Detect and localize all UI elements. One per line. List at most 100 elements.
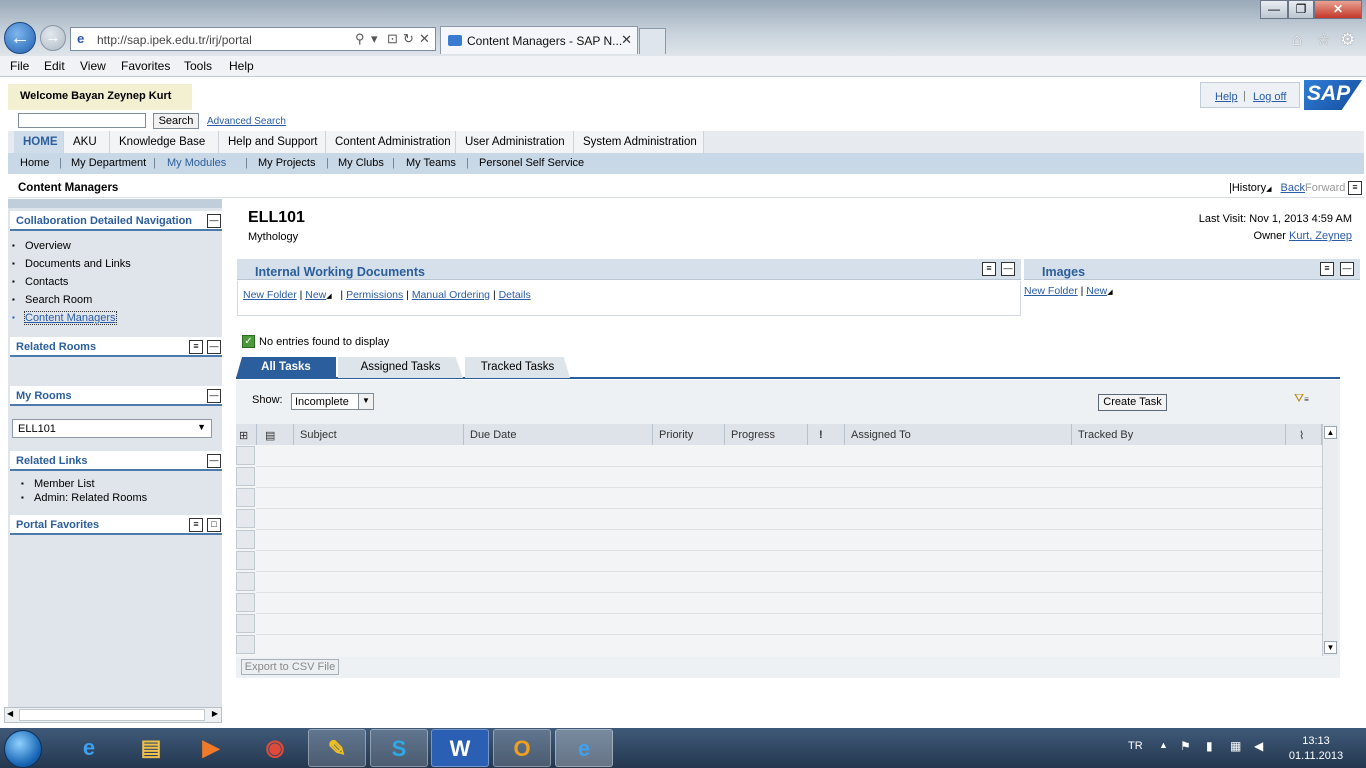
menu-favorites[interactable]: Favorites (121, 59, 170, 73)
home-icon[interactable]: ⌂ (1292, 30, 1302, 50)
forward-link[interactable]: Forward (1305, 182, 1345, 194)
menu-icon[interactable]: ≡ (189, 340, 203, 354)
skype-taskbar-icon[interactable]: S (370, 729, 428, 767)
column-assigned-to[interactable]: Assigned To (845, 424, 1072, 445)
minimize-icon[interactable]: — (207, 389, 221, 403)
nav-item-content-managers[interactable]: Content Managers (12, 311, 117, 325)
back-link[interactable]: Back (1281, 182, 1305, 194)
show-hidden-icon[interactable]: ▲ (1159, 740, 1168, 750)
row-selector[interactable] (236, 530, 255, 549)
row-selector[interactable] (236, 635, 255, 654)
subnav-personel-self-service[interactable]: Personel Self Service (479, 157, 584, 169)
minimize-icon[interactable]: — (207, 454, 221, 468)
search-button[interactable]: Search (153, 113, 199, 129)
export-csv-button[interactable]: Export to CSV File (241, 659, 339, 675)
nav-item-search-room[interactable]: Search Room (12, 294, 92, 306)
battery-icon[interactable]: ▮ (1206, 739, 1213, 753)
search-icon[interactable]: ⚲ (355, 31, 365, 47)
minimize-icon[interactable]: — (207, 214, 221, 228)
favorites-star-icon[interactable]: ☆ (1316, 30, 1331, 50)
logoff-link[interactable]: Log off (1253, 91, 1286, 103)
minimize-icon[interactable]: — (207, 340, 221, 354)
back-arrow-icon[interactable]: ← (4, 22, 36, 54)
horizontal-scrollbar[interactable]: ◀ ▶ (4, 707, 222, 723)
stop-icon[interactable]: ✕ (419, 31, 430, 47)
vertical-scrollbar[interactable]: ▲ ▼ (1322, 424, 1338, 656)
nav-item-overview[interactable]: Overview (12, 240, 71, 252)
forward-arrow-icon[interactable]: → (40, 25, 66, 51)
column-subject[interactable]: Subject (294, 424, 464, 445)
select-all-icon[interactable]: ⊞ (236, 424, 257, 445)
search-input[interactable] (18, 113, 146, 128)
column-progress[interactable]: Progress (725, 424, 808, 445)
minimize-icon[interactable]: — (1001, 262, 1015, 276)
nav-item-contacts[interactable]: Contacts (12, 276, 69, 288)
row-selector[interactable] (236, 593, 255, 612)
advanced-search-link[interactable]: Advanced Search (207, 116, 286, 127)
outlook-taskbar-icon[interactable]: O (493, 729, 551, 767)
minimize-button[interactable]: — (1260, 0, 1288, 19)
maximize-button[interactable]: ❐ (1288, 0, 1314, 19)
subnav-my-department[interactable]: My Department (71, 157, 146, 169)
word-taskbar-icon[interactable]: W (431, 729, 489, 767)
system-clock[interactable]: 13:13 01.11.2013 (1280, 734, 1352, 764)
scroll-down-icon[interactable]: ▼ (1324, 641, 1337, 654)
action-center-icon[interactable]: ⚑ (1180, 739, 1191, 753)
show-select[interactable]: Incomplete ▼ (291, 393, 374, 410)
media-player-taskbar-icon[interactable]: ▶ (182, 729, 240, 767)
row-selector[interactable] (236, 572, 255, 591)
page-menu-icon[interactable]: ≡ (1348, 181, 1362, 195)
iwd-new-folder-link[interactable]: New Folder (243, 289, 297, 301)
row-selector[interactable] (236, 467, 255, 486)
menu-file[interactable]: File (10, 59, 29, 73)
row-selector[interactable] (236, 551, 255, 570)
subnav-my-clubs[interactable]: My Clubs (338, 157, 384, 169)
nav-item-documents[interactable]: Documents and Links (12, 258, 131, 270)
column-priority[interactable]: Priority (653, 424, 725, 445)
scroll-up-icon[interactable]: ▲ (1324, 426, 1337, 439)
menu-icon[interactable]: ≡ (1320, 262, 1334, 276)
tab-system-administration[interactable]: System Administration (574, 131, 704, 153)
tab-content-administration[interactable]: Content Administration (326, 131, 456, 153)
menu-edit[interactable]: Edit (44, 59, 65, 73)
images-new-folder-link[interactable]: New Folder (1024, 285, 1078, 297)
iwd-permissions-link[interactable]: Permissions (346, 289, 403, 301)
compat-icon[interactable]: ⊡ (387, 31, 398, 47)
subnav-my-modules[interactable]: My Modules (167, 157, 226, 169)
maximize-icon[interactable]: □ (207, 518, 221, 532)
dropdown-icon[interactable]: ▾ (371, 31, 378, 47)
close-window-button[interactable]: ✕ (1314, 0, 1362, 19)
subnav-my-projects[interactable]: My Projects (258, 157, 315, 169)
menu-help[interactable]: Help (229, 59, 254, 73)
settings-gear-icon[interactable]: ⚙ (1340, 30, 1355, 50)
refresh-icon[interactable]: ↻ (403, 31, 414, 47)
owner-link[interactable]: Kurt, Zeynep (1289, 230, 1352, 242)
filter-icon[interactable]: ⛛≡ (1294, 391, 1309, 406)
chrome-taskbar-icon[interactable]: ◉ (246, 729, 304, 767)
volume-icon[interactable]: ◀ (1254, 739, 1263, 753)
images-new-link[interactable]: New (1086, 285, 1107, 297)
iwd-details-link[interactable]: Details (499, 289, 531, 301)
address-bar[interactable]: e http://sap.ipek.edu.tr/irj/portal ⚲ ▾ … (70, 27, 436, 51)
help-link[interactable]: Help (1215, 91, 1238, 103)
related-link-member-list[interactable]: Member List (21, 478, 94, 490)
row-selector[interactable] (236, 446, 255, 465)
new-tab-button[interactable] (639, 28, 666, 54)
explorer-taskbar-icon[interactable]: ▤ (122, 729, 180, 767)
ie-active-taskbar-icon[interactable]: e (555, 729, 613, 767)
start-button[interactable] (4, 730, 42, 768)
row-selector[interactable] (236, 509, 255, 528)
app-taskbar-icon[interactable]: ✎ (308, 729, 366, 767)
tab-close-icon[interactable]: ✕ (621, 32, 632, 48)
tab-knowledge-base[interactable]: Knowledge Base (110, 131, 219, 153)
tab-help-and-support[interactable]: Help and Support (219, 131, 326, 153)
tab-aku[interactable]: AKU (64, 131, 110, 153)
menu-icon[interactable]: ≡ (189, 518, 203, 532)
column-tracked-by[interactable]: Tracked By (1072, 424, 1286, 445)
column-importance[interactable]: ! (808, 424, 845, 445)
row-selector[interactable] (236, 488, 255, 507)
related-link-admin[interactable]: Admin: Related Rooms (21, 492, 147, 504)
menu-tools[interactable]: Tools (184, 59, 212, 73)
ie-taskbar-icon[interactable]: e (60, 729, 118, 767)
nav-collapse-bar[interactable] (8, 199, 222, 208)
